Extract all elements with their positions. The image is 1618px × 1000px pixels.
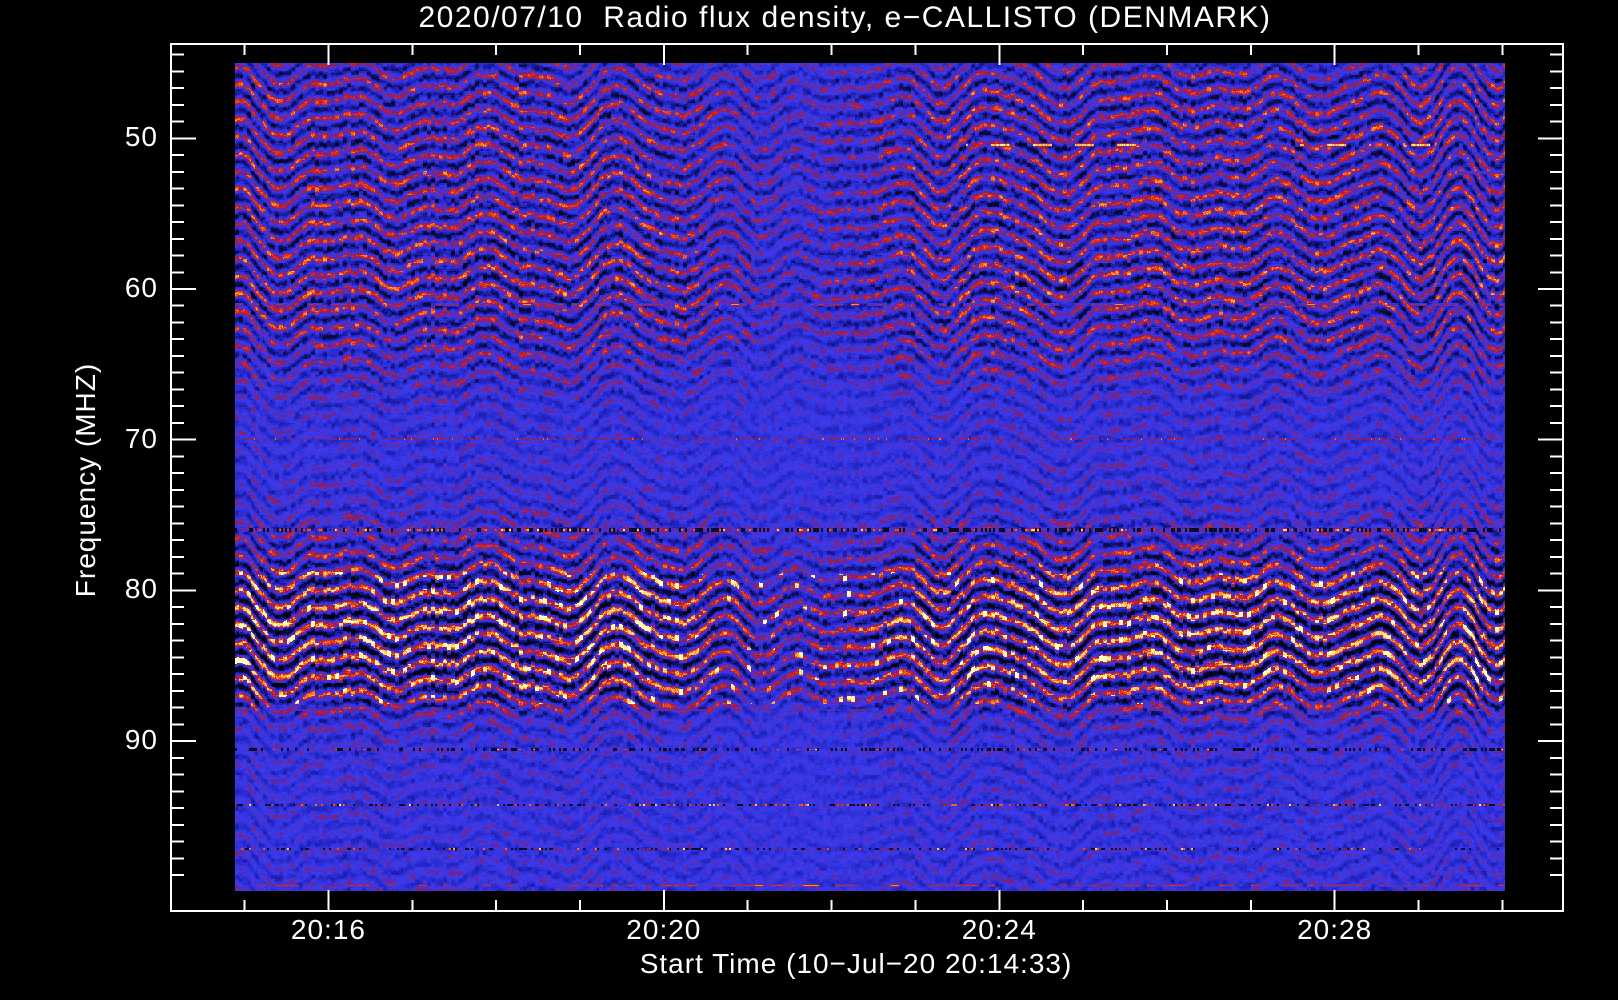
y-tick-label: 60 xyxy=(124,271,158,303)
y-axis-right-ticks xyxy=(1538,53,1562,877)
x-tick-label: 20:24 xyxy=(961,914,1037,945)
y-axis-left-ticks xyxy=(172,53,196,877)
x-tick-label: 20:16 xyxy=(290,914,366,945)
x-tick-label: 20:28 xyxy=(1297,914,1373,945)
spectrogram-page: 2020/07/10 Radio flux density, e−CALLIST… xyxy=(0,0,1618,1000)
y-tick-label: 90 xyxy=(124,724,158,756)
x-axis-bottom-ticks xyxy=(243,890,1504,910)
axis-frame-and-ticks xyxy=(170,43,1564,912)
y-tick-label: 50 xyxy=(124,121,158,153)
plot-frame xyxy=(170,43,1564,912)
y-axis-label: Frequency (MHZ) xyxy=(70,362,101,598)
x-axis-top-ticks xyxy=(243,45,1504,65)
x-tick-label: 20:20 xyxy=(626,914,702,945)
x-axis-label: Start Time (10−Jul−20 20:14:33) xyxy=(639,948,1073,979)
